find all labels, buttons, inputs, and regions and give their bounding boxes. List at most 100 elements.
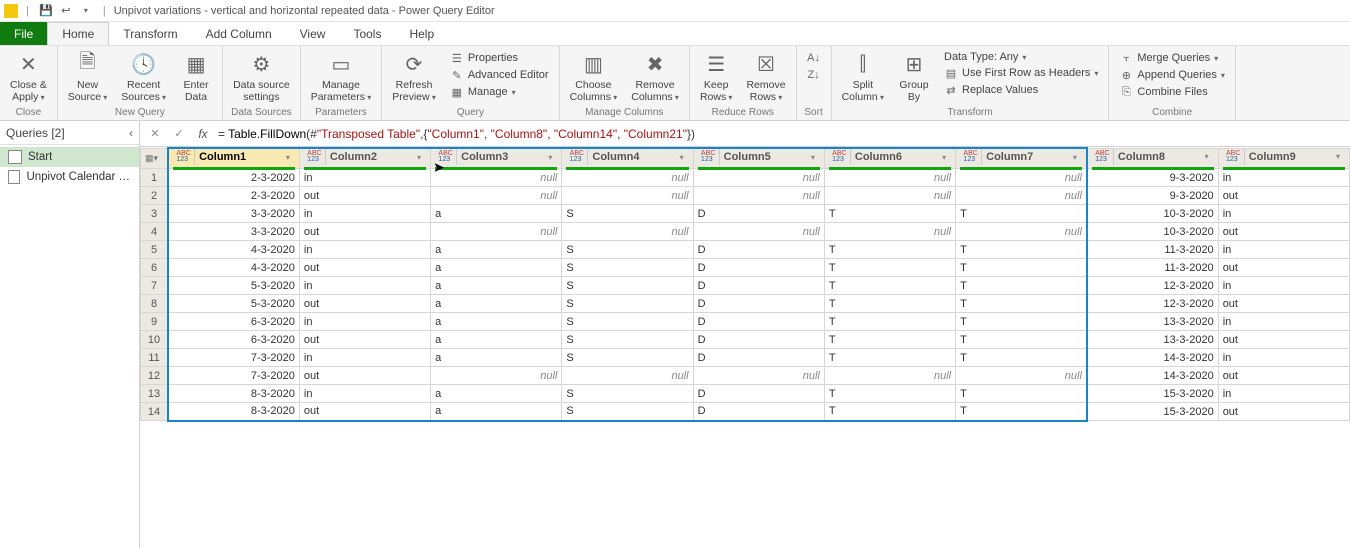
cell[interactable]: S xyxy=(562,349,693,367)
combine-files-button[interactable]: ⎘Combine Files xyxy=(1115,84,1229,100)
table-row[interactable]: 138-3-2020inaSDTT15-3-2020in xyxy=(141,385,1350,403)
cell[interactable]: a xyxy=(431,277,562,295)
cell[interactable]: a xyxy=(431,385,562,403)
replace-values-button[interactable]: ⇄Replace Values xyxy=(940,82,1102,98)
datatype-icon[interactable]: ABC123 xyxy=(1092,149,1114,165)
row-number[interactable]: 13 xyxy=(141,385,169,403)
cell[interactable]: in xyxy=(1218,385,1349,403)
tab-home[interactable]: Home xyxy=(47,22,109,45)
cell[interactable]: T xyxy=(824,259,955,277)
split-column-button[interactable]: ⫿ Split Column xyxy=(836,48,890,105)
cell[interactable]: T xyxy=(824,403,955,421)
cell[interactable]: a xyxy=(431,259,562,277)
cell[interactable]: 12-3-2020 xyxy=(1087,277,1218,295)
remove-rows-button[interactable]: ☒ Remove Rows xyxy=(740,48,791,105)
table-row[interactable]: 22-3-2020outnullnullnullnullnull9-3-2020… xyxy=(141,187,1350,205)
datatype-icon[interactable]: ABC123 xyxy=(1223,149,1245,165)
row-number[interactable]: 3 xyxy=(141,205,169,223)
cell[interactable]: in xyxy=(299,313,430,331)
cell[interactable]: 13-3-2020 xyxy=(1087,313,1218,331)
sort-asc-button[interactable]: A↓ xyxy=(803,50,825,66)
query-item-start[interactable]: Start xyxy=(0,147,139,167)
cell[interactable]: in xyxy=(299,349,430,367)
cell[interactable]: out xyxy=(299,403,430,421)
cell[interactable]: a xyxy=(431,313,562,331)
cell[interactable]: in xyxy=(299,205,430,223)
filter-icon[interactable]: ▾ xyxy=(543,153,557,162)
cell[interactable]: out xyxy=(299,259,430,277)
datatype-icon[interactable]: ABC123 xyxy=(829,149,851,165)
cell[interactable]: 13-3-2020 xyxy=(1087,331,1218,349)
cell[interactable]: D xyxy=(693,241,824,259)
cell[interactable]: a xyxy=(431,349,562,367)
column-header[interactable]: ABC123Column4▾ xyxy=(562,148,693,169)
cell[interactable]: out xyxy=(299,295,430,313)
cell[interactable]: in xyxy=(299,385,430,403)
cell[interactable]: out xyxy=(1218,259,1349,277)
cell[interactable]: 9-3-2020 xyxy=(1087,187,1218,205)
cell[interactable]: a xyxy=(431,403,562,421)
cell[interactable]: 11-3-2020 xyxy=(1087,241,1218,259)
cell[interactable]: 9-3-2020 xyxy=(1087,169,1218,187)
cell[interactable]: out xyxy=(1218,223,1349,241)
cell[interactable]: S xyxy=(562,295,693,313)
corner-cell[interactable]: ▦▾ xyxy=(141,148,169,169)
cell[interactable]: null xyxy=(562,367,693,385)
cell[interactable]: 10-3-2020 xyxy=(1087,205,1218,223)
column-header[interactable]: ABC123Column7▾ xyxy=(956,148,1087,169)
cell[interactable]: S xyxy=(562,277,693,295)
tab-tools[interactable]: Tools xyxy=(339,22,395,45)
cell[interactable]: in xyxy=(299,169,430,187)
cell[interactable]: 3-3-2020 xyxy=(168,223,299,241)
cell[interactable]: 5-3-2020 xyxy=(168,277,299,295)
column-header[interactable]: ABC123Column8▾ xyxy=(1087,148,1218,169)
cell[interactable]: in xyxy=(299,241,430,259)
cell[interactable]: D xyxy=(693,313,824,331)
datatype-icon[interactable]: ABC123 xyxy=(698,149,720,165)
formula-input[interactable]: = Table.FillDown(#"Transposed Table",{"C… xyxy=(218,127,1344,141)
row-number[interactable]: 10 xyxy=(141,331,169,349)
row-number[interactable]: 4 xyxy=(141,223,169,241)
save-icon[interactable]: 💾 xyxy=(37,2,55,20)
cell[interactable]: D xyxy=(693,349,824,367)
cell[interactable]: a xyxy=(431,331,562,349)
cell[interactable]: 2-3-2020 xyxy=(168,187,299,205)
cell[interactable]: T xyxy=(824,277,955,295)
cell[interactable]: T xyxy=(824,313,955,331)
data-grid[interactable]: ▦▾ABC123Column1▾ABC123Column2▾ABC123Colu… xyxy=(140,147,1350,548)
merge-queries-button[interactable]: ⫟Merge Queries xyxy=(1115,50,1229,66)
new-source-button[interactable]: 🗎 New Source xyxy=(62,48,114,105)
cell[interactable]: T xyxy=(956,403,1087,421)
keep-rows-button[interactable]: ☰ Keep Rows xyxy=(694,48,739,105)
cell[interactable]: 8-3-2020 xyxy=(168,403,299,421)
formula-commit-icon[interactable]: ✓ xyxy=(170,125,188,143)
cell[interactable]: null xyxy=(431,169,562,187)
query-item-unpivot[interactable]: Unpivot Calendar to T... xyxy=(0,167,139,187)
column-header[interactable]: ABC123Column5▾ xyxy=(693,148,824,169)
cell[interactable]: null xyxy=(431,223,562,241)
column-header[interactable]: ABC123Column9▾ xyxy=(1218,148,1349,169)
cell[interactable]: out xyxy=(299,331,430,349)
group-by-button[interactable]: ⊞ Group By xyxy=(892,48,936,105)
cell[interactable]: in xyxy=(1218,349,1349,367)
cell[interactable]: 14-3-2020 xyxy=(1087,349,1218,367)
collapse-icon[interactable]: ‹ xyxy=(129,126,133,140)
cell[interactable]: T xyxy=(824,349,955,367)
datatype-icon[interactable]: ABC123 xyxy=(173,149,195,165)
cell[interactable]: S xyxy=(562,331,693,349)
row-number[interactable]: 6 xyxy=(141,259,169,277)
cell[interactable]: a xyxy=(431,295,562,313)
column-header[interactable]: ABC123Column6▾ xyxy=(824,148,955,169)
manage-button[interactable]: ▦Manage xyxy=(446,84,553,100)
cell[interactable]: null xyxy=(693,367,824,385)
cell[interactable]: null xyxy=(956,367,1087,385)
cell[interactable]: null xyxy=(693,187,824,205)
refresh-preview-button[interactable]: ⟳ Refresh Preview xyxy=(386,48,442,105)
column-header[interactable]: ABC123Column3▾ xyxy=(431,148,562,169)
row-number[interactable]: 8 xyxy=(141,295,169,313)
cell[interactable]: T xyxy=(956,331,1087,349)
advanced-editor-button[interactable]: ✎Advanced Editor xyxy=(446,67,553,83)
cell[interactable]: 12-3-2020 xyxy=(1087,295,1218,313)
close-apply-button[interactable]: ✕ Close & Apply xyxy=(4,48,53,105)
row-number[interactable]: 7 xyxy=(141,277,169,295)
